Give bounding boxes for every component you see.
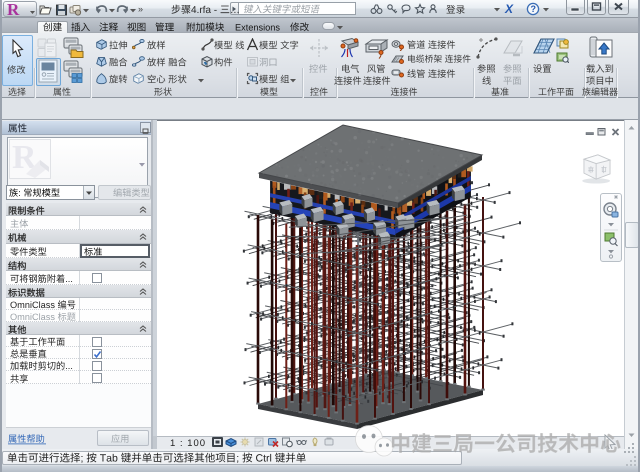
svg-text:?: ? [531, 4, 537, 14]
svg-text:R: R [7, 2, 20, 17]
